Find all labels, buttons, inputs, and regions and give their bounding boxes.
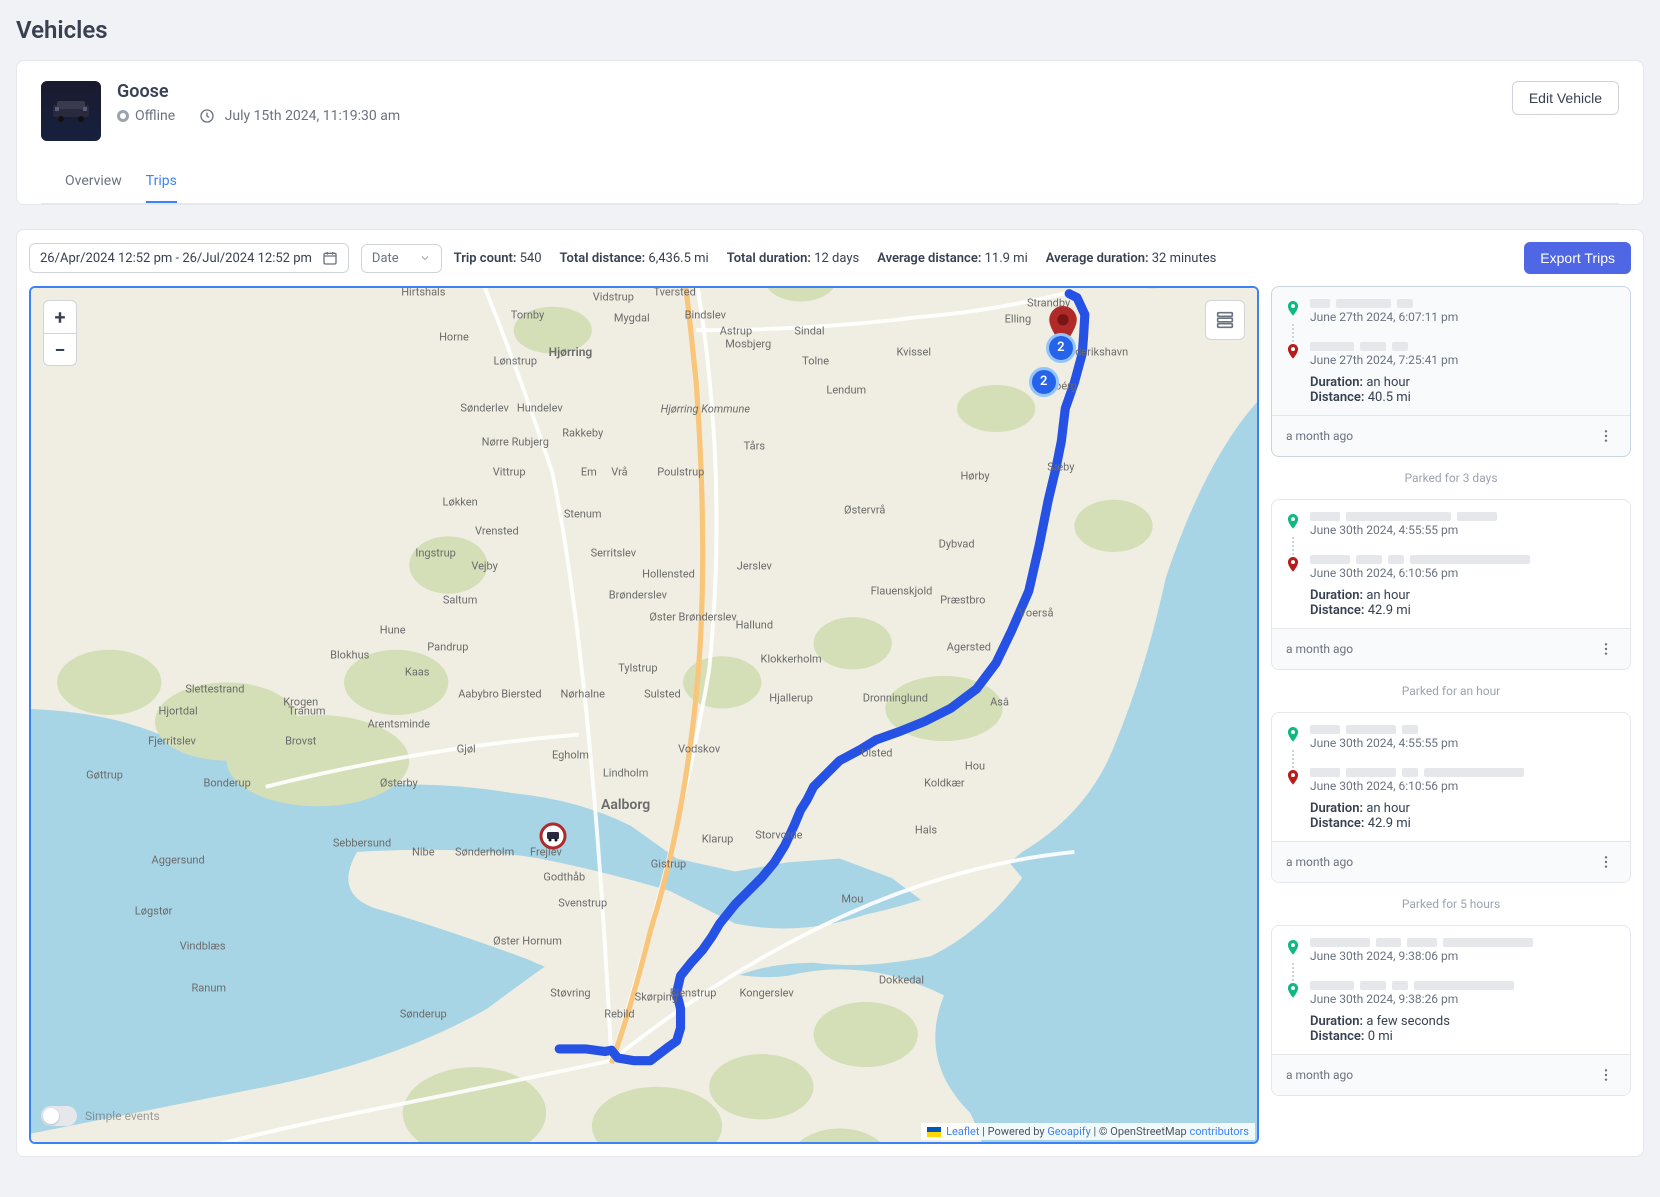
vehicle-status: Offline bbox=[117, 108, 175, 124]
simple-events-toggle[interactable] bbox=[41, 1106, 77, 1126]
parked-divider: Parked for 3 days bbox=[1271, 467, 1631, 489]
vehicle-card: Goose Offline July 15th 2024, 11:19:30 a… bbox=[16, 60, 1644, 205]
osm-link[interactable]: contributors bbox=[1189, 1125, 1249, 1138]
route-connector-icon bbox=[1292, 537, 1294, 555]
trip-start-time: June 30th 2024, 4:55:55 pm bbox=[1310, 736, 1616, 750]
layers-button[interactable] bbox=[1205, 300, 1245, 340]
trip-list: June 27th 2024, 6:07:11 pm June 27th 202… bbox=[1271, 286, 1631, 1144]
distance-value: 42.9 mi bbox=[1368, 816, 1411, 831]
trip-end-time: June 27th 2024, 7:25:41 pm bbox=[1310, 353, 1616, 367]
vehicle-name: Goose bbox=[117, 81, 1496, 102]
distance-label: Distance: bbox=[1310, 390, 1364, 405]
trip-card[interactable]: June 30th 2024, 4:55:55 pm June 30th 202… bbox=[1271, 712, 1631, 883]
end-address-placeholder bbox=[1310, 981, 1616, 990]
trip-relative-time: a month ago bbox=[1286, 429, 1353, 443]
end-pin-icon bbox=[1286, 555, 1300, 579]
start-pin-icon bbox=[1286, 938, 1300, 962]
end-address-placeholder bbox=[1310, 342, 1616, 351]
page-title: Vehicles bbox=[16, 16, 1644, 44]
end-address-placeholder bbox=[1310, 768, 1616, 777]
distance-label: Distance: bbox=[1310, 1029, 1364, 1044]
end-pin-icon bbox=[1286, 768, 1300, 792]
duration-label: Duration: bbox=[1310, 1014, 1363, 1029]
route-connector-icon bbox=[1292, 750, 1294, 768]
tab-trips[interactable]: Trips bbox=[146, 165, 177, 203]
trip-card[interactable]: June 30th 2024, 4:55:55 pm June 30th 202… bbox=[1271, 499, 1631, 670]
distance-value: 40.5 mi bbox=[1368, 390, 1411, 405]
vehicle-thumbnail bbox=[41, 81, 101, 141]
ukraine-flag-icon bbox=[927, 1127, 941, 1137]
layers-icon bbox=[1214, 309, 1236, 331]
edit-vehicle-button[interactable]: Edit Vehicle bbox=[1512, 81, 1619, 115]
trip-more-button[interactable] bbox=[1596, 852, 1616, 872]
zoom-out-button[interactable]: − bbox=[44, 333, 76, 365]
end-address-placeholder bbox=[1310, 555, 1616, 564]
simple-events-label: Simple events bbox=[85, 1109, 160, 1123]
vehicle-last-seen: July 15th 2024, 11:19:30 am bbox=[199, 108, 400, 124]
trip-relative-time: a month ago bbox=[1286, 1068, 1353, 1082]
start-pin-icon bbox=[1286, 725, 1300, 749]
trip-end-time: June 30th 2024, 6:10:56 pm bbox=[1310, 779, 1616, 793]
distance-label: Distance: bbox=[1310, 603, 1364, 618]
parked-divider: Parked for an hour bbox=[1271, 680, 1631, 702]
status-dot-icon bbox=[117, 110, 129, 122]
trip-start-time: June 30th 2024, 4:55:55 pm bbox=[1310, 523, 1616, 537]
trip-start-time: June 27th 2024, 6:07:11 pm bbox=[1310, 310, 1616, 324]
vehicle-marker-icon[interactable] bbox=[538, 821, 568, 855]
start-address-placeholder bbox=[1310, 725, 1616, 734]
trip-more-button[interactable] bbox=[1596, 1065, 1616, 1085]
start-pin-icon bbox=[1286, 299, 1300, 323]
geoapify-link[interactable]: Geoapify bbox=[1047, 1125, 1090, 1138]
start-pin-icon bbox=[1286, 512, 1300, 536]
duration-value: an hour bbox=[1366, 588, 1410, 603]
end-pin-icon bbox=[1286, 342, 1300, 366]
duration-label: Duration: bbox=[1310, 588, 1363, 603]
tab-overview[interactable]: Overview bbox=[65, 165, 122, 203]
end-pin-icon bbox=[1286, 981, 1300, 1005]
date-granularity-select[interactable]: Date bbox=[361, 244, 442, 273]
duration-value: a few seconds bbox=[1366, 1014, 1450, 1029]
trip-end-time: June 30th 2024, 9:38:26 pm bbox=[1310, 992, 1616, 1006]
export-trips-button[interactable]: Export Trips bbox=[1524, 242, 1631, 274]
distance-value: 42.9 mi bbox=[1368, 603, 1411, 618]
distance-value: 0 mi bbox=[1368, 1029, 1393, 1044]
trip-start-time: June 30th 2024, 9:38:06 pm bbox=[1310, 949, 1616, 963]
cluster-marker-2[interactable]: 2 bbox=[1029, 367, 1059, 397]
route-connector-icon bbox=[1292, 324, 1294, 342]
distance-label: Distance: bbox=[1310, 816, 1364, 831]
leaflet-link[interactable]: Leaflet bbox=[946, 1125, 979, 1138]
trip-card[interactable]: June 27th 2024, 6:07:11 pm June 27th 202… bbox=[1271, 286, 1631, 457]
duration-label: Duration: bbox=[1310, 375, 1363, 390]
clock-icon bbox=[199, 108, 215, 124]
calendar-icon bbox=[322, 250, 338, 266]
date-range-picker[interactable]: 26/Apr/2024 12:52 pm - 26/Jul/2024 12:52… bbox=[29, 243, 349, 273]
trips-panel: 26/Apr/2024 12:52 pm - 26/Jul/2024 12:52… bbox=[16, 229, 1644, 1157]
trip-end-time: June 30th 2024, 6:10:56 pm bbox=[1310, 566, 1616, 580]
duration-value: an hour bbox=[1366, 801, 1410, 816]
start-address-placeholder bbox=[1310, 512, 1616, 521]
trip-map[interactable]: AalborgHjørringHirtshalsVidstrupTornbyBi… bbox=[29, 286, 1259, 1144]
parked-divider: Parked for 5 hours bbox=[1271, 893, 1631, 915]
map-attribution: Leaflet | Powered by Geoapify | © OpenSt… bbox=[921, 1123, 1255, 1140]
trip-more-button[interactable] bbox=[1596, 639, 1616, 659]
trip-more-button[interactable] bbox=[1596, 426, 1616, 446]
zoom-in-button[interactable]: + bbox=[44, 301, 76, 333]
trip-stats-summary: Trip count: 540 Total distance: 6,436.5 … bbox=[454, 251, 1217, 266]
zoom-controls: + − bbox=[43, 300, 77, 366]
route-connector-icon bbox=[1292, 963, 1294, 981]
trip-relative-time: a month ago bbox=[1286, 855, 1353, 869]
chevron-down-icon bbox=[419, 252, 431, 264]
duration-label: Duration: bbox=[1310, 801, 1363, 816]
trip-card[interactable]: June 30th 2024, 9:38:06 pm June 30th 202… bbox=[1271, 925, 1631, 1096]
cluster-marker-1[interactable]: 2 bbox=[1046, 333, 1076, 363]
start-address-placeholder bbox=[1310, 299, 1616, 308]
trip-relative-time: a month ago bbox=[1286, 642, 1353, 656]
start-address-placeholder bbox=[1310, 938, 1616, 947]
duration-value: an hour bbox=[1366, 375, 1410, 390]
